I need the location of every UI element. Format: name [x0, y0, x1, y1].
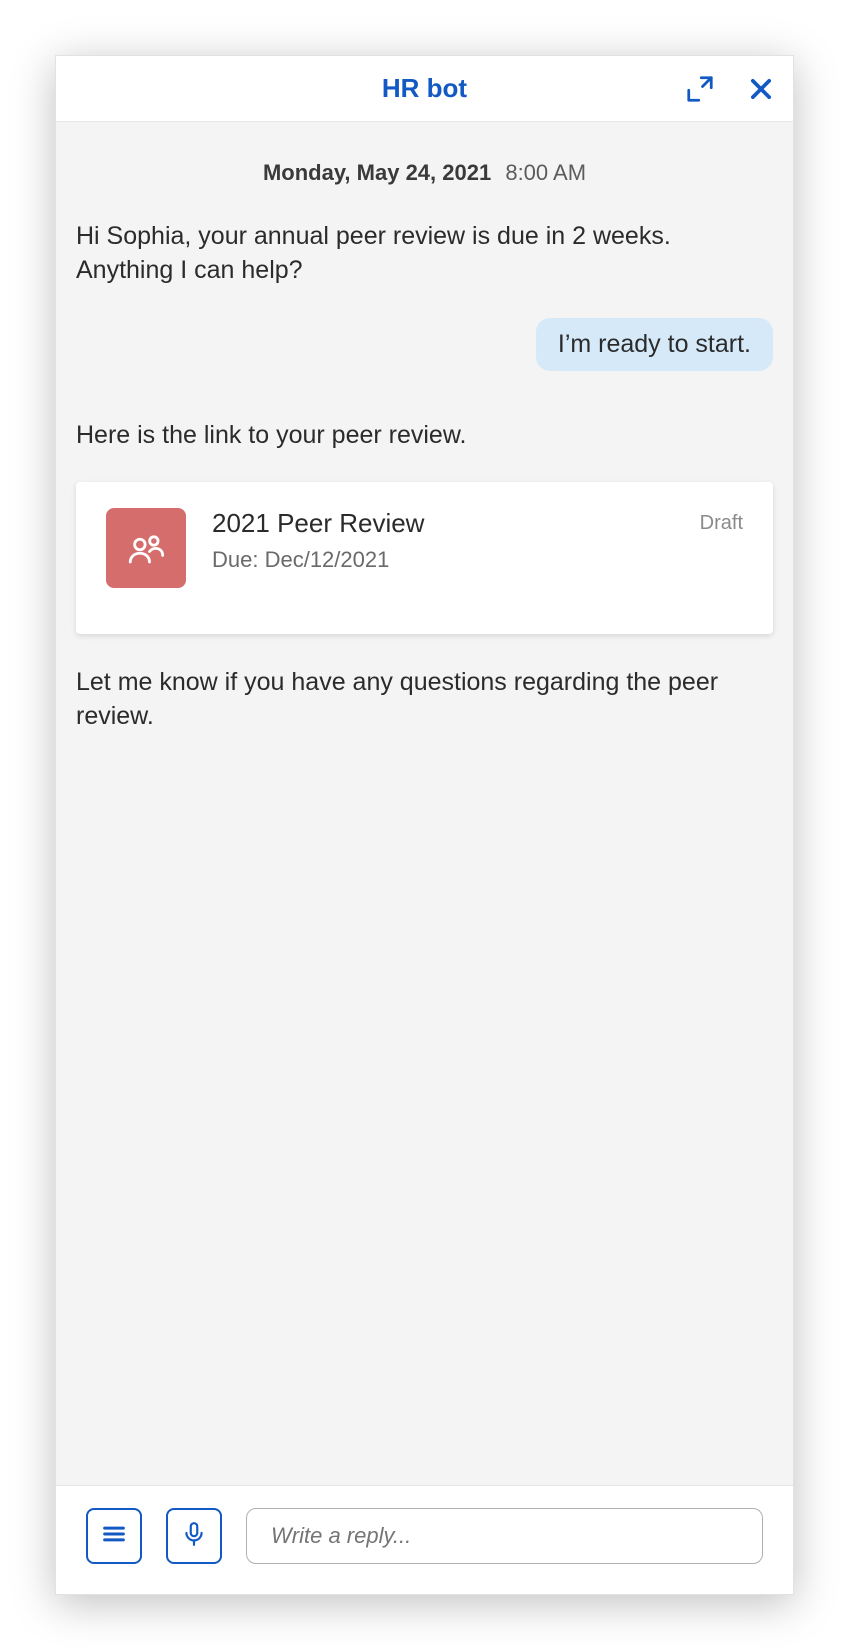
menu-icon — [100, 1520, 128, 1553]
card-due-date: Due: Dec/12/2021 — [212, 547, 743, 573]
peer-review-card[interactable]: 2021 Peer Review Draft Due: Dec/12/2021 — [76, 482, 773, 634]
chat-title: HR bot — [382, 73, 467, 104]
close-icon[interactable] — [747, 75, 775, 103]
chat-header: HR bot — [56, 56, 793, 122]
header-actions — [685, 74, 775, 104]
bot-message-intro: Hi Sophia, your annual peer review is du… — [76, 220, 773, 288]
timestamp-row: Monday, May 24, 2021 8:00 AM — [76, 160, 773, 186]
microphone-button[interactable] — [166, 1508, 222, 1564]
bot-message-followup: Let me know if you have any questions re… — [76, 666, 773, 734]
timestamp-time: 8:00 AM — [505, 160, 586, 185]
user-message-bubble: I’m ready to start. — [536, 318, 773, 371]
chat-footer — [56, 1485, 793, 1594]
menu-button[interactable] — [86, 1508, 142, 1564]
card-body: 2021 Peer Review Draft Due: Dec/12/2021 — [212, 508, 743, 573]
user-message-row: I’m ready to start. — [76, 318, 773, 371]
card-title-row: 2021 Peer Review Draft — [212, 508, 743, 539]
expand-icon[interactable] — [685, 74, 715, 104]
bot-message-link-intro: Here is the link to your peer review. — [76, 419, 773, 453]
people-icon — [106, 508, 186, 588]
chat-body: Monday, May 24, 2021 8:00 AM Hi Sophia, … — [56, 122, 793, 1485]
card-status: Draft — [700, 512, 743, 535]
reply-input[interactable] — [246, 1508, 763, 1564]
device-frame: HR bot Mo — [0, 0, 849, 1650]
microphone-icon — [181, 1521, 207, 1552]
timestamp-date: Monday, May 24, 2021 — [263, 160, 491, 185]
card-title: 2021 Peer Review — [212, 508, 424, 539]
chat-window: HR bot Mo — [55, 55, 794, 1595]
